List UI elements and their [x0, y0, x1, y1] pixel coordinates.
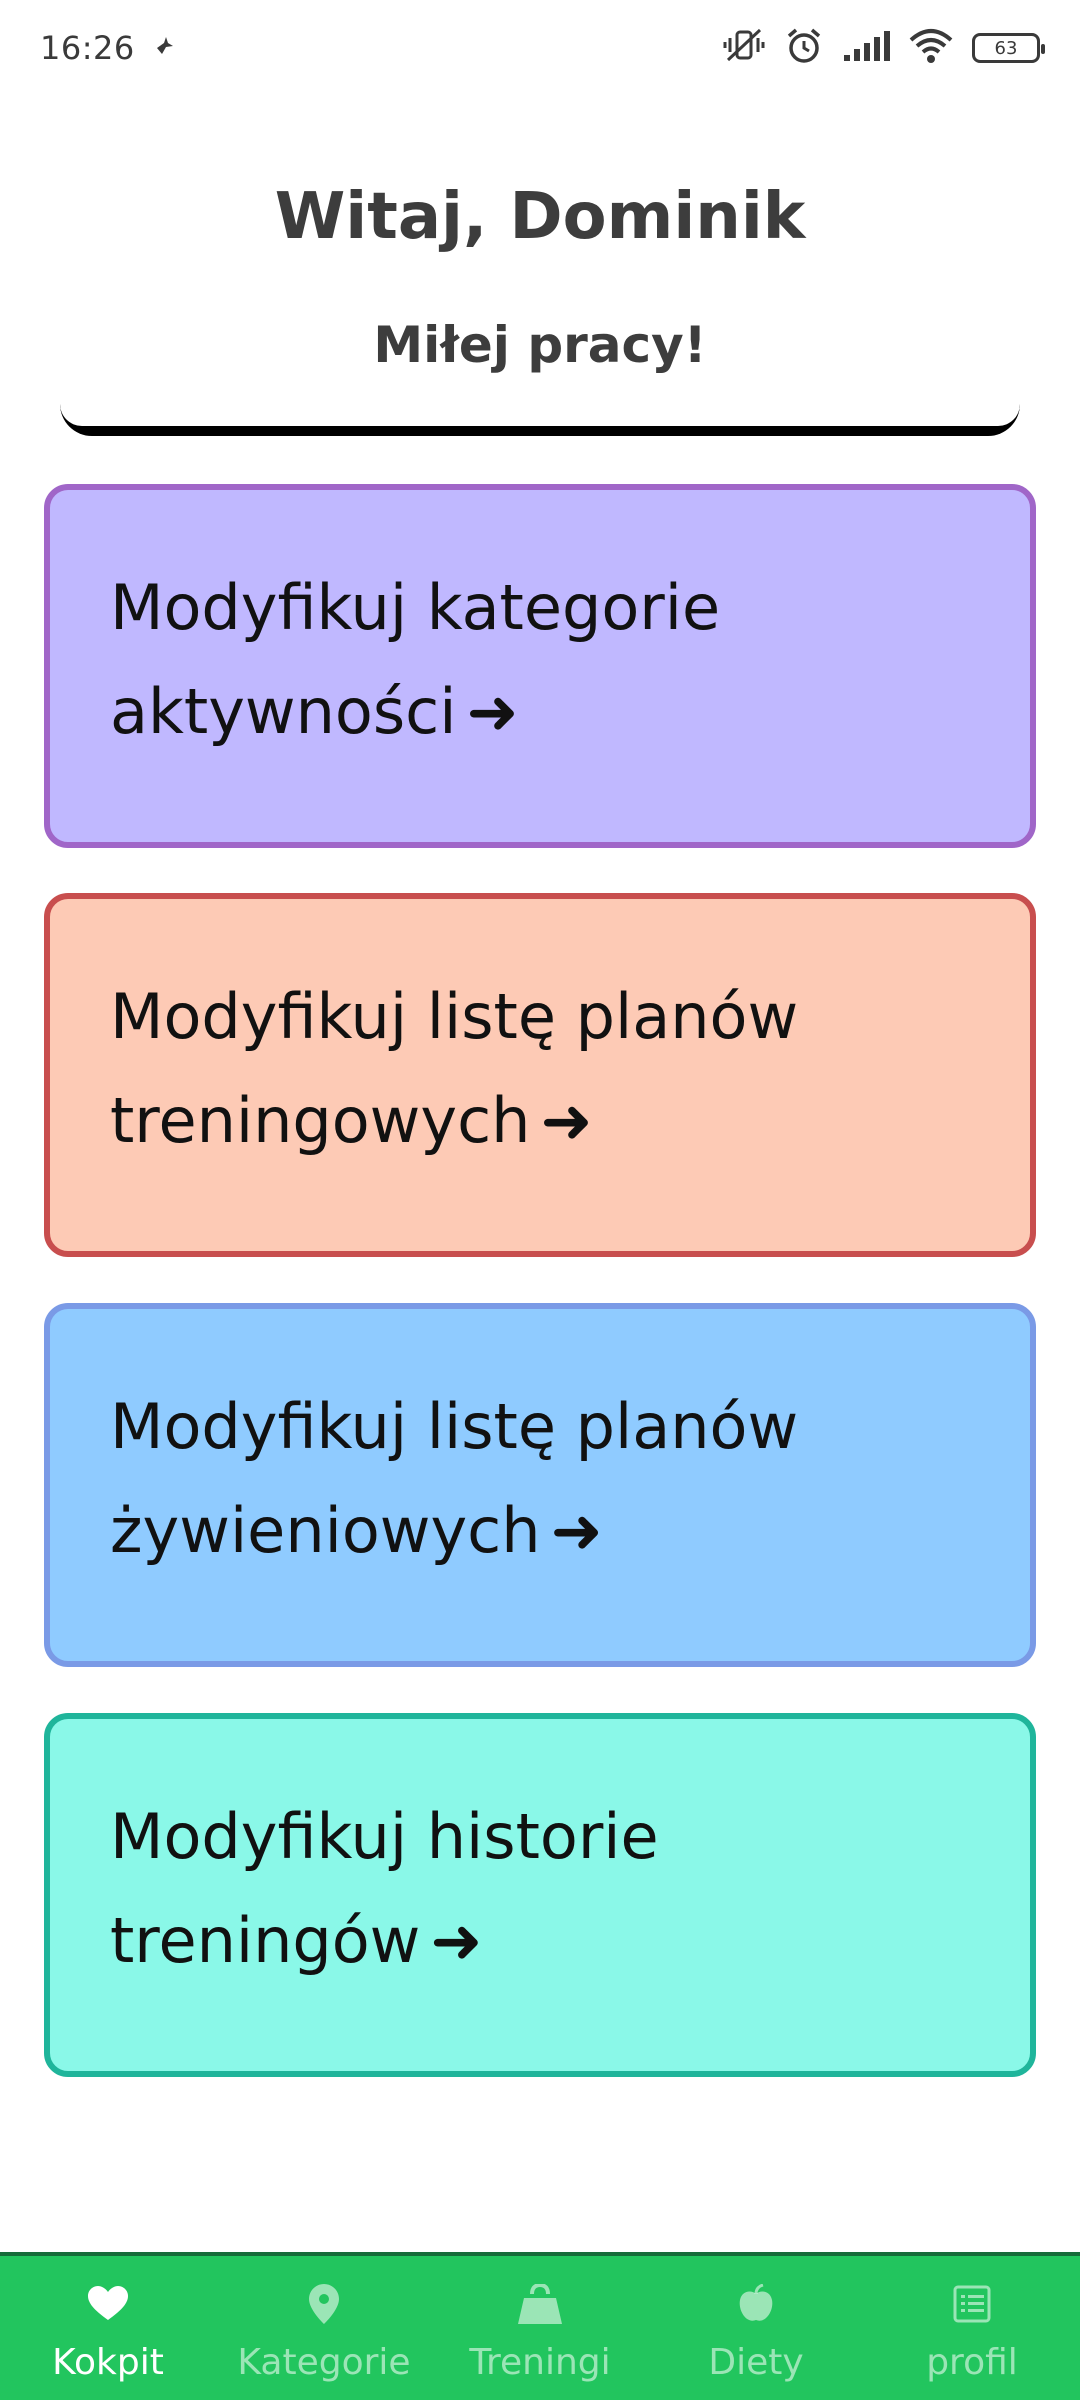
- app-screen: 16:26 63 Witaj, Dominik Miłej pracy! Mod…: [0, 0, 1080, 2400]
- status-time: 16:26: [40, 29, 135, 67]
- nav-label: Kokpit: [52, 2342, 164, 2383]
- card-label: Modyfikuj listę planów treningowych ➜: [110, 980, 799, 1157]
- arrow-right-icon: ➜: [550, 1494, 603, 1567]
- nav-label: Diety: [708, 2342, 804, 2383]
- map-pin-icon: [302, 2282, 346, 2326]
- nav-item-treningi[interactable]: Treningi: [432, 2256, 648, 2400]
- card-label: Modyfikuj historie treningów ➜: [110, 1800, 659, 1977]
- card-label: Modyfikuj listę planów żywieniowych ➜: [110, 1390, 799, 1567]
- bird-icon: [153, 34, 177, 62]
- nav-item-diety[interactable]: Diety: [648, 2256, 864, 2400]
- nav-label: Treningi: [469, 2342, 611, 2383]
- battery-icon: 63: [972, 33, 1045, 63]
- header-divider: [60, 404, 1020, 436]
- nav-label: Kategorie: [237, 2342, 411, 2383]
- card-modify-diet-plans[interactable]: Modyfikuj listę planów żywieniowych ➜: [44, 1303, 1036, 1667]
- greeting-title: Witaj, Dominik: [274, 180, 806, 254]
- card-modify-training-history[interactable]: Modyfikuj historie treningów ➜: [44, 1713, 1036, 2077]
- nav-item-kokpit[interactable]: Kokpit: [0, 2256, 216, 2400]
- arrow-right-icon: ➜: [430, 1904, 483, 1977]
- status-left: 16:26: [40, 29, 177, 67]
- wifi-icon: [908, 28, 954, 68]
- nav-item-profil[interactable]: profil: [864, 2256, 1080, 2400]
- status-right: 63: [722, 26, 1045, 70]
- card-label: Modyfikuj kategorie aktywności ➜: [110, 571, 721, 748]
- list-icon: [950, 2282, 994, 2326]
- nav-item-kategorie[interactable]: Kategorie: [216, 2256, 432, 2400]
- card-modify-training-plans[interactable]: Modyfikuj listę planów treningowych ➜: [44, 893, 1036, 1257]
- arrow-right-icon: ➜: [466, 675, 519, 748]
- card-modify-activity-categories[interactable]: Modyfikuj kategorie aktywności ➜: [44, 484, 1036, 848]
- kettlebell-icon: [518, 2282, 562, 2326]
- battery-level: 63: [994, 37, 1018, 59]
- heart-icon: [86, 2282, 130, 2326]
- arrow-right-icon: ➜: [540, 1084, 593, 1157]
- alarm-icon: [784, 26, 824, 70]
- nav-label: profil: [926, 2342, 1018, 2383]
- signal-icon: [842, 29, 890, 67]
- status-bar: 16:26 63: [0, 0, 1080, 96]
- mute-vibrate-icon: [722, 26, 766, 70]
- apple-icon: [734, 2282, 778, 2326]
- bottom-navigation: Kokpit Kategorie Treningi Diety profil: [0, 2252, 1080, 2400]
- greeting-subtitle: Miłej pracy!: [373, 316, 707, 374]
